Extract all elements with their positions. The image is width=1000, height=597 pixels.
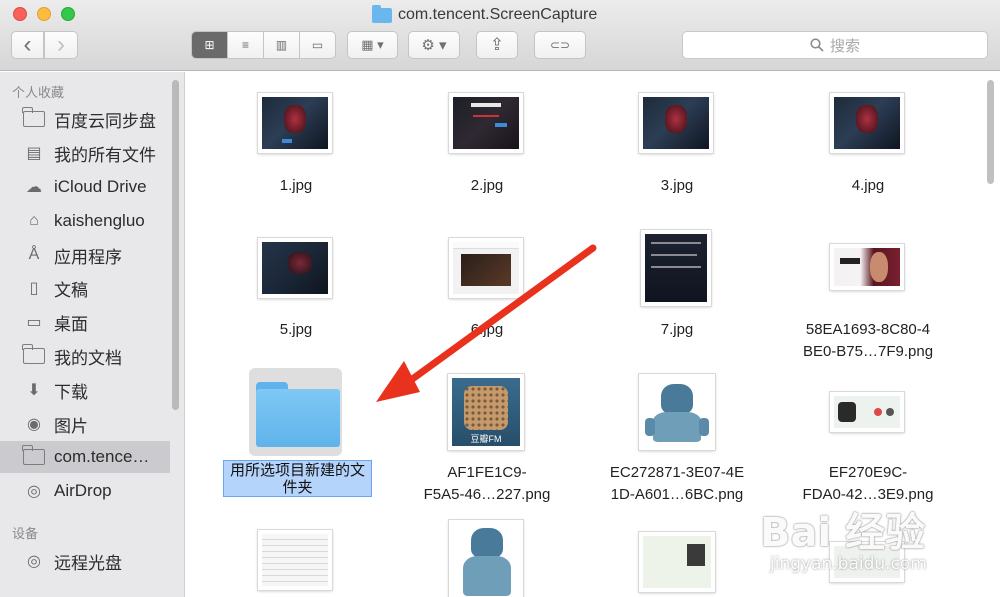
watermark-url: jingyan.baidu.com (770, 554, 927, 574)
finder-window: com.tencent.ScreenCapture ‹ › ⊞ ≡ ▥ ▭ ▦ … (0, 0, 1000, 597)
watermark-logo: Bai 经验 (760, 510, 926, 556)
